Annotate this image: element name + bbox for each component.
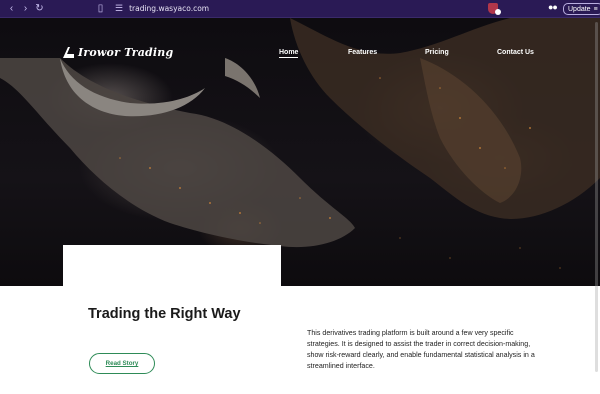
hero-banner: Irowor Trading Home Features Pricing Con… xyxy=(0,18,600,286)
nav-item-contact-us[interactable]: Contact Us xyxy=(497,49,534,56)
browser-nav: ‹ › ↻ xyxy=(5,3,46,14)
nav-item-home[interactable]: Home xyxy=(279,49,299,58)
bookmark-icon[interactable]: ▯ xyxy=(94,3,107,14)
page-title: Trading the Right Way xyxy=(88,306,241,322)
scrollbar-thumb[interactable] xyxy=(595,22,598,372)
hero-overlay-panel xyxy=(63,245,281,286)
update-label: Update xyxy=(568,5,591,13)
site-settings-icon[interactable]: ☰ xyxy=(115,3,123,14)
address-bar-url[interactable]: trading.wasyaco.com xyxy=(129,4,209,13)
intro-section: Trading the Right Way This derivatives t… xyxy=(0,286,600,394)
main-nav: Home Features Pricing Contact Us xyxy=(0,49,600,61)
page-scrollbar[interactable] xyxy=(595,18,599,394)
read-story-button[interactable]: Read Story xyxy=(89,353,155,374)
intro-description: This derivatives trading platform is bui… xyxy=(307,329,535,371)
update-button[interactable]: Update ≡ xyxy=(563,3,600,15)
nav-item-pricing[interactable]: Pricing xyxy=(425,49,449,56)
chevron-right-icon[interactable]: › xyxy=(19,3,32,14)
extension-icon[interactable] xyxy=(488,3,501,15)
chevron-left-icon[interactable]: ‹ xyxy=(5,3,18,14)
menu-icon: ≡ xyxy=(593,5,598,13)
reload-icon[interactable]: ↻ xyxy=(33,3,46,14)
browser-toolbar: ‹ › ↻ ▯ ☰ trading.wasyaco.com ●● Update … xyxy=(0,0,600,18)
nav-item-features[interactable]: Features xyxy=(348,49,377,56)
profile-icon[interactable]: ●● xyxy=(548,2,558,12)
